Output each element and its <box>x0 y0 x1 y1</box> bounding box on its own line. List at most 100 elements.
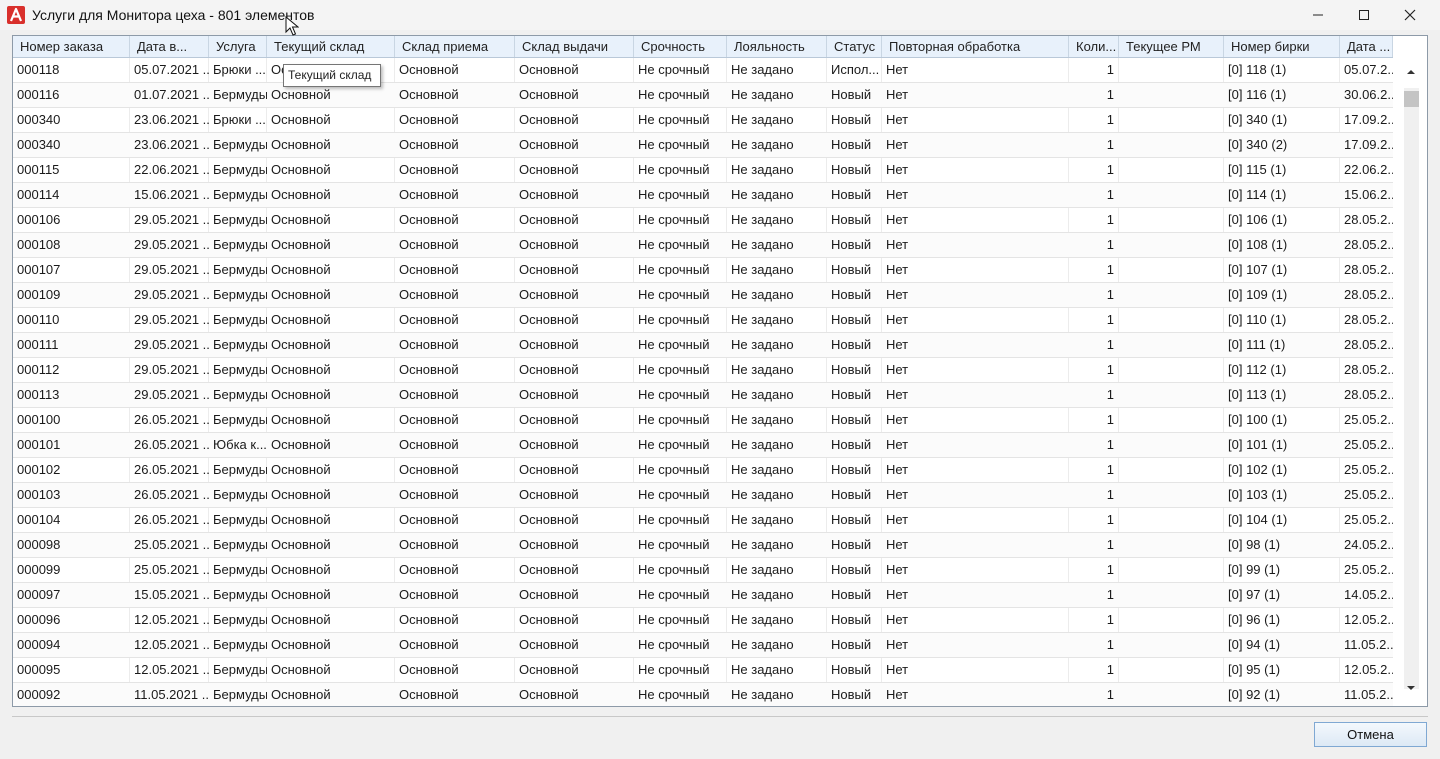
header-col-date-last[interactable]: Дата ... <box>1340 36 1393 57</box>
minimize-icon <box>1313 14 1323 16</box>
cell-issuing-warehouse: Основной <box>519 187 579 202</box>
cell-current-warehouse: Основной <box>271 612 331 627</box>
header-col-issuing-warehouse[interactable]: Склад выдачи <box>515 36 634 57</box>
cell-status: Новый <box>831 312 872 327</box>
cell-status: Новый <box>831 587 872 602</box>
cell-receiving-warehouse: Основной <box>399 62 459 77</box>
table-row[interactable]: 000098 25.05.2021 ... Бермуды Основной Основ… <box>13 533 1393 558</box>
cell-current-warehouse: Основной <box>271 462 331 477</box>
table-row[interactable]: 000106 29.05.2021 ... Бермуды Основной Основ… <box>13 208 1393 233</box>
maximize-button[interactable] <box>1341 0 1387 30</box>
cell-service: Бермуды <box>213 662 267 677</box>
table-row[interactable]: 000109 29.05.2021 ... Бермуды Основной Основ… <box>13 283 1393 308</box>
table-row[interactable]: 000116 01.07.2021 ... Бермуды Основной Основ… <box>13 83 1393 108</box>
cell-date-received: 26.05.2021 ... <box>134 462 209 477</box>
header-col-tag-number[interactable]: Номер бирки <box>1224 36 1340 57</box>
cell-current-workplace <box>1119 58 1224 82</box>
cell-receiving-warehouse: Основной <box>399 162 459 177</box>
cell-reprocessing: Нет <box>886 612 909 627</box>
table-row[interactable]: 000340 23.06.2021 ... Брюки ... Основной Осн… <box>13 108 1393 133</box>
cell-receiving-warehouse: Основной <box>399 437 459 452</box>
cell-issuing-warehouse: Основной <box>519 312 579 327</box>
table-row[interactable]: 000103 26.05.2021 ... Бермуды Основной Основ… <box>13 483 1393 508</box>
header-col-loyalty[interactable]: Лояльность <box>727 36 827 57</box>
vertical-scrollbar[interactable] <box>1396 58 1427 706</box>
cell-current-workplace <box>1119 233 1224 257</box>
header-col-reprocessing[interactable]: Повторная обработка <box>882 36 1069 57</box>
cell-order-number: 000110 <box>17 312 60 327</box>
cell-order-number: 000106 <box>17 212 61 227</box>
cell-current-warehouse: Основной <box>271 687 331 702</box>
cell-current-workplace <box>1119 258 1224 282</box>
cell-current-workplace <box>1119 358 1224 382</box>
header-col-quantity[interactable]: Коли... <box>1069 36 1119 57</box>
cell-reprocessing: Нет <box>886 262 909 277</box>
table-row[interactable]: 000108 29.05.2021 ... Бермуды Основной Основ… <box>13 233 1393 258</box>
cell-quantity: 1 <box>1106 437 1114 452</box>
cancel-button[interactable]: Отмена <box>1314 722 1427 747</box>
table-row[interactable]: 000092 11.05.2021 ... Бермуды Основной Основ… <box>13 683 1393 706</box>
table-row[interactable]: 000097 15.05.2021 ... Бермуды Основной Основ… <box>13 583 1393 608</box>
table-row[interactable]: 000112 29.05.2021 ... Бермуды Основной Основ… <box>13 358 1393 383</box>
cell-date-last: 17.09.2... <box>1344 112 1393 127</box>
cell-date-received: 26.05.2021 ... <box>134 487 209 502</box>
services-grid[interactable]: Номер заказа Дата в... Услуга Текущий склад… <box>12 35 1428 707</box>
table-row[interactable]: 000096 12.05.2021 ... Бермуды Основной Основ… <box>13 608 1393 633</box>
cell-issuing-warehouse: Основной <box>519 162 579 177</box>
cell-receiving-warehouse: Основной <box>399 337 459 352</box>
cell-quantity: 1 <box>1106 237 1114 252</box>
header-col-order-number[interactable]: Номер заказа <box>13 36 130 57</box>
close-button[interactable] <box>1387 0 1433 30</box>
cell-loyalty: Не задано <box>731 112 794 127</box>
scroll-track[interactable] <box>1404 88 1419 689</box>
header-col-receiving-warehouse[interactable]: Склад приема <box>395 36 515 57</box>
header-col-current-workplace[interactable]: Текущее РМ <box>1119 36 1224 57</box>
header-col-current-warehouse[interactable]: Текущий склад <box>267 36 395 57</box>
cell-date-last: 28.05.2... <box>1344 337 1393 352</box>
header-col-status[interactable]: Статус <box>827 36 882 57</box>
table-row[interactable]: 000111 29.05.2021 ... Бермуды Основной Основ… <box>13 333 1393 358</box>
table-row[interactable]: 000104 26.05.2021 ... Бермуды Основной Основ… <box>13 508 1393 533</box>
cell-date-last: 14.05.2... <box>1344 587 1393 602</box>
table-row[interactable]: 000099 25.05.2021 ... Бермуды Основной Основ… <box>13 558 1393 583</box>
table-row[interactable]: 000100 26.05.2021 ... Бермуды Основной Основ… <box>13 408 1393 433</box>
cell-reprocessing: Нет <box>886 312 909 327</box>
table-row[interactable]: 000114 15.06.2021 ... Бермуды Основной Основ… <box>13 183 1393 208</box>
cell-service: Бермуды <box>213 212 267 227</box>
cell-urgency: Не срочный <box>638 387 710 402</box>
cell-quantity: 1 <box>1106 662 1114 677</box>
header-col-urgency[interactable]: Срочность <box>634 36 727 57</box>
cell-order-number: 000102 <box>17 462 61 477</box>
header-col-date-received[interactable]: Дата в... <box>130 36 209 57</box>
cell-tag-number: [0] 110 (1) <box>1228 312 1287 327</box>
close-icon <box>1404 9 1416 21</box>
cell-date-received: 22.06.2021 ... <box>134 162 209 177</box>
table-row[interactable]: 000118 05.07.2021 ... Брюки ... Ос Основной О… <box>13 58 1393 83</box>
table-row[interactable]: 000101 26.05.2021 ... Юбка к... Основной Осн… <box>13 433 1393 458</box>
table-row[interactable]: 000340 23.06.2021 ... Бермуды Основной Основ… <box>13 133 1393 158</box>
table-row[interactable]: 000110 29.05.2021 ... Бермуды Основной Основ… <box>13 308 1393 333</box>
scroll-down-arrow-icon[interactable] <box>1405 684 1417 692</box>
table-row[interactable]: 000113 29.05.2021 ... Бермуды Основной Основ… <box>13 383 1393 408</box>
table-row[interactable]: 000094 12.05.2021 ... Бермуды Основной Основ… <box>13 633 1393 658</box>
cell-status: Новый <box>831 437 872 452</box>
cell-receiving-warehouse: Основной <box>399 637 459 652</box>
scroll-thumb[interactable] <box>1404 91 1419 107</box>
cell-quantity: 1 <box>1106 562 1114 577</box>
cell-current-warehouse: Основной <box>271 287 331 302</box>
table-row[interactable]: 000115 22.06.2021 ... Бермуды Основной Основ… <box>13 158 1393 183</box>
cell-receiving-warehouse: Основной <box>399 87 459 102</box>
cell-reprocessing: Нет <box>886 462 909 477</box>
cell-loyalty: Не задано <box>731 362 794 377</box>
cell-issuing-warehouse: Основной <box>519 687 579 702</box>
minimize-button[interactable] <box>1295 0 1341 30</box>
cell-current-workplace <box>1119 633 1224 657</box>
table-row[interactable]: 000102 26.05.2021 ... Бермуды Основной Основ… <box>13 458 1393 483</box>
scroll-up-arrow-icon[interactable] <box>1405 68 1417 76</box>
cell-status: Новый <box>831 387 872 402</box>
table-row[interactable]: 000107 29.05.2021 ... Бермуды Основной Основ… <box>13 258 1393 283</box>
cell-status: Новый <box>831 162 872 177</box>
table-row[interactable]: 000095 12.05.2021 ... Бермуды Основной Основ… <box>13 658 1393 683</box>
cell-quantity: 1 <box>1106 362 1114 377</box>
header-col-service[interactable]: Услуга <box>209 36 267 57</box>
